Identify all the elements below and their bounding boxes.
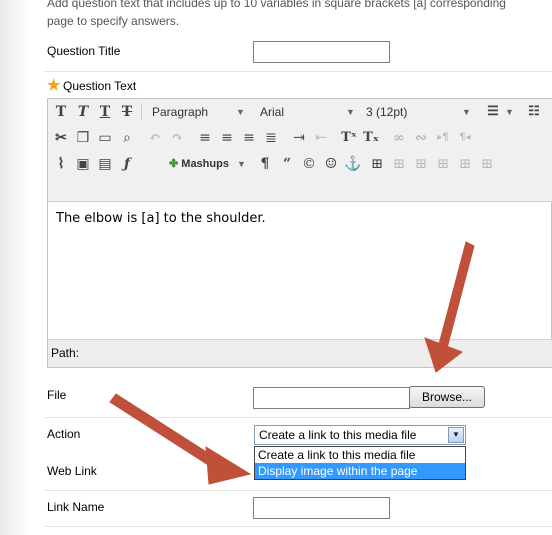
align-right-icon[interactable]: ≡ — [239, 128, 259, 148]
editor-content[interactable]: The elbow is [a] to the shoulder. — [56, 211, 266, 226]
divider — [44, 526, 552, 527]
divider — [44, 417, 552, 418]
action-options-list: Create a link to this media file Display… — [254, 446, 466, 480]
action-label: Action — [47, 427, 81, 441]
divider — [44, 71, 552, 72]
chevron-down-icon: ▼ — [237, 159, 246, 169]
required-star-icon: ★ — [47, 77, 61, 94]
attachment-icon[interactable]: ⌇ — [51, 154, 71, 174]
find-icon[interactable]: ⌕ — [117, 128, 137, 148]
paragraph-select[interactable]: Paragraph ▼ — [152, 102, 262, 122]
undo-icon[interactable]: ↶ — [145, 128, 165, 148]
instructions-line-2: page to specify answers. — [47, 14, 180, 28]
table-column-icon[interactable]: ⊞ — [411, 154, 431, 174]
separator — [141, 103, 142, 121]
copy-icon[interactable]: ❐ — [73, 128, 93, 148]
size-select-value: 3 (12pt) — [366, 105, 408, 119]
blockquote-icon[interactable]: “ — [277, 154, 297, 174]
superscript-icon[interactable]: Tˣ — [339, 128, 359, 148]
rich-text-editor: T T T T Paragraph ▼ Arial ▼ 3 (12pt) ▼ ☰ — [47, 98, 552, 368]
subscript-icon[interactable]: Tₓ — [361, 128, 381, 148]
question-title-input[interactable] — [253, 41, 390, 63]
action-option-link[interactable]: Create a link to this media file — [255, 447, 465, 463]
question-title-label: Question Title — [47, 44, 121, 58]
table-cell-icon[interactable]: ⊞ — [433, 154, 453, 174]
font-select[interactable]: Arial ▼ — [260, 102, 370, 122]
web-link-label: Web Link — [47, 464, 97, 478]
strikethrough-icon[interactable]: T — [117, 102, 137, 122]
size-select[interactable]: 3 (12pt) ▼ — [366, 102, 486, 122]
bold-icon[interactable]: T — [51, 102, 71, 122]
redo-icon[interactable]: ↷ — [167, 128, 187, 148]
bullet-list-icon[interactable]: ☰ — [483, 102, 503, 122]
rtl-icon[interactable]: ¶◂ — [455, 128, 475, 148]
underline-icon[interactable]: T — [95, 102, 115, 122]
ltr-icon[interactable]: ▸¶ — [433, 128, 453, 148]
editor-path-bar: Path: — [48, 339, 552, 367]
italic-icon[interactable]: T — [73, 102, 93, 122]
chevron-down-icon: ▼ — [236, 107, 245, 117]
mashups-label: Mashups — [181, 158, 229, 170]
mashups-icon: ✤ — [169, 158, 179, 170]
file-label: File — [47, 388, 67, 402]
justify-icon[interactable]: ≣ — [261, 128, 281, 148]
table-row-icon[interactable]: ⊞ — [389, 154, 409, 174]
align-center-icon[interactable]: ≡ — [217, 128, 237, 148]
instructions-line-1: Add question text that includes up to 10… — [47, 0, 506, 10]
instructions-text: Add question text that includes up to 10… — [47, 0, 552, 30]
unlink-icon[interactable]: ∾ — [411, 128, 431, 148]
action-option-display-image[interactable]: Display image within the page — [255, 463, 465, 479]
chevron-down-icon: ▼ — [462, 107, 471, 117]
mashups-select[interactable]: ✤ Mashups ▼ — [165, 154, 252, 174]
question-text-label: Question Text — [63, 79, 137, 93]
action-select[interactable]: Create a link to this media file ▼ — [254, 425, 466, 445]
action-select-value: Create a link to this media file — [259, 428, 417, 442]
indent-icon[interactable]: ⇥ — [289, 128, 309, 148]
toolbar-row-1: T T T T Paragraph ▼ Arial ▼ 3 (12pt) ▼ ☰ — [48, 99, 552, 125]
link-name-input[interactable] — [253, 497, 390, 519]
page-shadow — [0, 0, 30, 535]
chevron-down-icon[interactable]: ▼ — [448, 427, 464, 443]
question-form: Add question text that includes up to 10… — [30, 0, 552, 535]
path-label: Path: — [51, 346, 80, 360]
math-formula-icon[interactable]: ƒ — [117, 154, 137, 174]
link-icon[interactable]: ∞ — [389, 128, 409, 148]
anchor-icon[interactable]: ⚓ — [343, 154, 363, 174]
copyright-icon[interactable]: © — [299, 154, 319, 174]
numbered-list-icon[interactable]: ☷ — [524, 102, 544, 122]
image-icon[interactable]: ▣ — [73, 154, 93, 174]
paragraph-mark-icon[interactable]: ¶ — [255, 154, 275, 174]
font-select-value: Arial — [260, 105, 285, 119]
emoticon-icon[interactable]: ☺ — [321, 154, 341, 174]
media-icon[interactable]: ▤ — [95, 154, 115, 174]
table-icon[interactable]: ⊞ — [367, 154, 387, 174]
browse-button[interactable]: Browse... — [409, 386, 485, 408]
align-left-icon[interactable]: ≡ — [195, 128, 215, 148]
cut-icon[interactable]: ✂ — [51, 128, 71, 148]
divider — [44, 490, 552, 491]
toolbar-row-2: ✂ ❐ ▭ ⌕ ↶ ↷ ≡ ≡ ≡ ≣ ⇥ ⇤ Tˣ Tₓ ∞ ∾ ▸¶ ¶◂ — [48, 125, 552, 151]
paragraph-select-value: Paragraph — [152, 105, 209, 119]
chevron-down-icon: ▼ — [346, 107, 355, 117]
table-split-icon[interactable]: ⊞ — [477, 154, 497, 174]
file-path-input[interactable] — [253, 387, 410, 409]
outdent-icon[interactable]: ⇤ — [311, 128, 331, 148]
toolbar-row-3: ⌇ ▣ ▤ ƒ ✤ Mashups ▼ ¶ “ © ☺ ⚓ ⊞ ⊞ ⊞ ⊞ ⊞ — [48, 151, 552, 177]
paste-icon[interactable]: ▭ — [95, 128, 115, 148]
editor-toolbar: T T T T Paragraph ▼ Arial ▼ 3 (12pt) ▼ ☰ — [48, 99, 552, 202]
link-name-label: Link Name — [47, 500, 105, 514]
table-merge-icon[interactable]: ⊞ — [455, 154, 475, 174]
